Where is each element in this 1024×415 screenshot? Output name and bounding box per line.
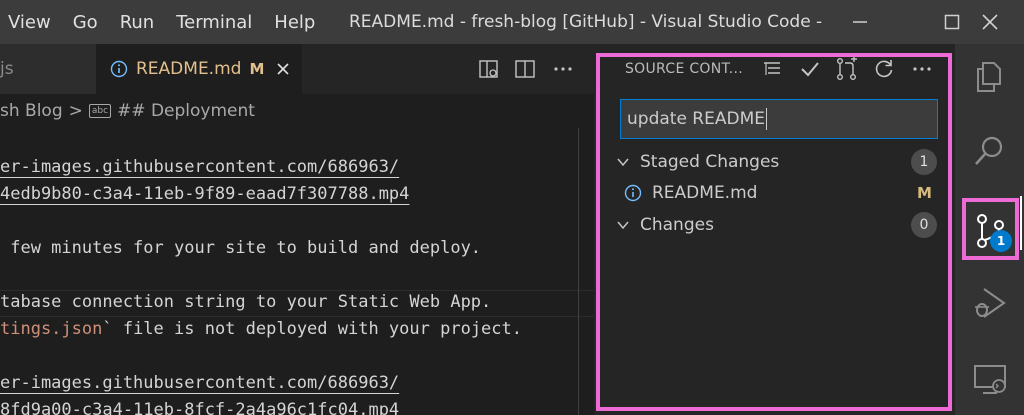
string-symbol-icon: abc <box>88 104 112 118</box>
breadcrumb-separator: > <box>68 101 83 121</box>
chevron-down-icon <box>617 221 629 230</box>
group-label: Staged Changes <box>640 152 780 172</box>
inline-code: tings.json <box>0 319 103 339</box>
maximize-icon <box>944 14 960 30</box>
changes-group[interactable]: Changes 0 <box>594 210 955 240</box>
create-pull-request-button[interactable] <box>835 57 859 81</box>
close-icon <box>982 14 998 30</box>
title-bar: View Go Run Terminal Help README.md - fr… <box>0 0 1024 44</box>
modified-indicator: M <box>249 60 265 78</box>
breadcrumb-item[interactable]: ## Deployment <box>117 101 255 121</box>
editor-line: er-images.githubusercontent.com/686963/ <box>0 157 400 177</box>
breadcrumb-item[interactable]: sh Blog <box>0 101 63 121</box>
tab-close-button[interactable] <box>276 62 290 76</box>
text-cursor <box>765 108 767 130</box>
editor-tab-bar: js README.md M <box>0 44 594 94</box>
staged-changes-group[interactable]: Staged Changes 1 <box>594 147 955 177</box>
window-title: README.md - fresh-blog [GitHub] - Visual… <box>349 12 824 32</box>
refresh-button[interactable] <box>872 57 896 81</box>
commit-button[interactable] <box>798 57 822 81</box>
commit-message-input[interactable]: update README <box>620 99 938 139</box>
check-icon <box>801 62 819 77</box>
remote-explorer-icon <box>973 365 1006 394</box>
commit-message-text: update README <box>627 109 765 129</box>
indent-guide <box>578 128 579 415</box>
editor-more-actions-button[interactable] <box>552 44 574 94</box>
tab-readme[interactable]: README.md M <box>96 44 302 94</box>
editor-line: tings.json` file is not deployed with yo… <box>0 316 522 343</box>
explorer-button[interactable] <box>955 44 1024 110</box>
source-control-panel: SOURCE CONT... update README Staged Chan… <box>594 44 955 415</box>
menu-run[interactable]: Run <box>120 12 155 33</box>
source-control-highlight-frame <box>962 198 1019 260</box>
menu-terminal[interactable]: Terminal <box>176 12 252 33</box>
file-status: M <box>917 184 932 202</box>
panel-title: SOURCE CONT... <box>625 61 743 77</box>
code-editor[interactable]: er-images.githubusercontent.com/686963/ … <box>0 128 594 415</box>
tab-label: README.md <box>136 59 242 79</box>
refresh-icon <box>875 60 893 78</box>
scm-more-actions-button[interactable] <box>910 57 934 81</box>
split-editor-icon <box>515 60 535 78</box>
preview-icon <box>479 60 498 78</box>
source-control-header: SOURCE CONT... <box>594 44 955 94</box>
minimize-button[interactable] <box>836 0 884 44</box>
close-icon <box>277 63 289 75</box>
tab-label: js <box>0 59 14 79</box>
editor-text: ` file is not deployed with your project… <box>102 319 522 339</box>
run-debug-icon <box>974 288 1006 318</box>
view-as-tree-button[interactable] <box>760 57 784 81</box>
source-control-badge: 1 <box>990 230 1012 252</box>
run-and-debug-button[interactable] <box>955 270 1024 336</box>
tab-js-file[interactable]: js <box>0 44 96 94</box>
ellipsis-icon <box>554 67 572 71</box>
menu-go[interactable]: Go <box>73 12 98 33</box>
search-button[interactable] <box>955 118 1024 184</box>
menu-bar: View Go Run Terminal Help <box>0 0 337 44</box>
info-icon <box>110 60 128 78</box>
open-preview-button[interactable] <box>478 44 500 94</box>
minimize-icon <box>853 21 867 23</box>
file-name: README.md <box>652 183 758 203</box>
files-icon <box>976 62 1001 92</box>
breadcrumb: sh Blog > abc ## Deployment <box>0 94 594 128</box>
editor-line: few minutes for your site to build and d… <box>0 238 482 258</box>
list-tree-icon <box>764 62 780 75</box>
pull-request-icon <box>837 57 857 81</box>
count-badge: 0 <box>911 212 937 238</box>
remote-explorer-button[interactable] <box>955 346 1024 412</box>
menu-help[interactable]: Help <box>274 12 315 33</box>
active-view-indicator <box>1020 196 1022 250</box>
split-editor-button[interactable] <box>514 44 536 94</box>
editor-line: er-images.githubusercontent.com/686963/ <box>0 373 400 393</box>
ellipsis-icon <box>913 67 931 71</box>
search-icon <box>974 136 1002 165</box>
close-window-button[interactable] <box>966 0 1014 44</box>
count-badge: 1 <box>911 149 937 175</box>
chevron-down-icon <box>617 158 629 167</box>
staged-file-item[interactable]: README.md M <box>594 178 955 208</box>
info-icon <box>624 184 642 202</box>
editor-line: 4edb9b80-c3a4-11eb-9f89-eaad7f307788.mp4 <box>0 184 410 204</box>
group-label: Changes <box>640 215 714 235</box>
editor-line: tabase connection string to your Static … <box>0 292 492 312</box>
menu-view[interactable]: View <box>8 12 51 33</box>
editor-line: 8fd9a00-c3a4-11eb-8fcf-2a4a96c1fc04.mp4 <box>0 400 400 415</box>
